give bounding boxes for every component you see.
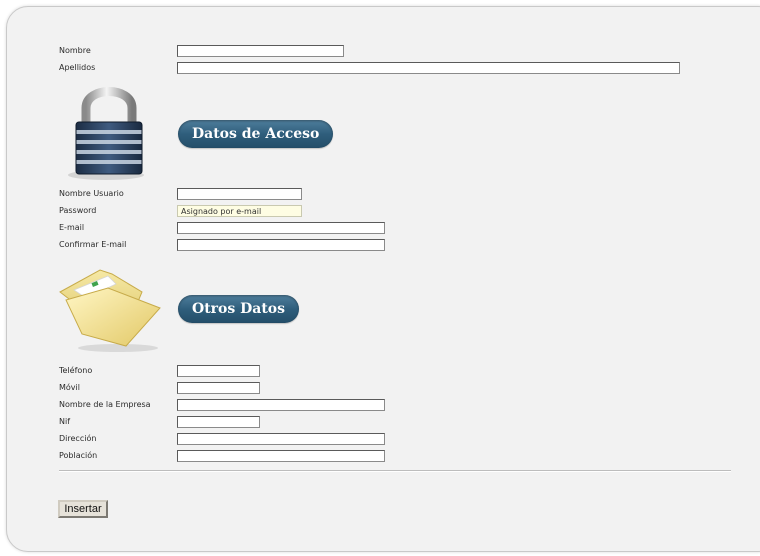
direccion-label: Dirección [59,434,97,443]
empresa-label: Nombre de la Empresa [59,400,151,409]
movil-label: Móvil [59,383,80,392]
insertar-button[interactable]: Insertar [58,500,108,518]
access-section-title: Datos de Acceso [178,120,334,148]
confirm-email-input[interactable] [177,239,385,251]
apellidos-input[interactable] [177,62,680,74]
nombre-label: Nombre [59,46,91,55]
password-label: Password [59,206,97,215]
nif-input[interactable] [177,416,260,428]
form-divider [59,470,731,472]
padlock-icon [68,87,144,180]
email-label: E-mail [59,223,85,232]
movil-input[interactable] [177,382,260,394]
telefono-label: Teléfono [59,366,93,375]
usuario-input[interactable] [177,188,302,200]
usuario-label: Nombre Usuario [59,189,124,198]
nif-label: Nif [59,417,71,426]
apellidos-label: Apellidos [59,63,96,72]
direccion-input[interactable] [177,433,385,445]
password-input[interactable] [177,205,302,217]
empresa-input[interactable] [177,399,385,411]
poblacion-input[interactable] [177,450,385,462]
nombre-input[interactable] [177,45,344,57]
email-input[interactable] [177,222,385,234]
poblacion-label: Población [59,451,98,460]
confirm-email-label: Confirmar E-mail [59,240,127,249]
other-section-title: Otros Datos [178,295,300,323]
folder-icon [59,269,161,352]
telefono-input[interactable] [177,365,260,377]
